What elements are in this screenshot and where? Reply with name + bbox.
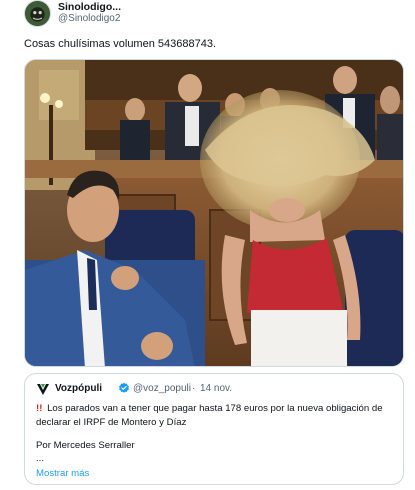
author-name[interactable]: Sinolodigo...: [58, 1, 121, 13]
avatar[interactable]: [24, 0, 51, 27]
quoted-tweet-card[interactable]: Vozpópuli @voz_populi · 14 nov. !! Los p…: [24, 373, 404, 485]
quoted-ellipsis: ...: [36, 453, 44, 464]
quoted-byline: Por Mercedes Serraller: [36, 440, 135, 451]
verified-badge-icon: [119, 382, 129, 393]
quoted-tweet-text: !! Los parados van a tener que pagar has…: [36, 402, 398, 429]
quoted-date[interactable]: 14 nov.: [200, 383, 232, 394]
author-handle[interactable]: @Sinolodigo2: [58, 13, 120, 24]
vozpopuli-logo[interactable]: [36, 382, 50, 396]
tweet-photo[interactable]: [24, 59, 404, 367]
quoted-author-name[interactable]: Vozpópuli: [55, 383, 102, 394]
tweet[interactable]: Sinolodigo... @Sinolodigo2 Cosas chulísi…: [0, 0, 415, 490]
separator-dot: ·: [192, 383, 196, 394]
double-exclamation-icon: !!: [36, 403, 43, 414]
quoted-author-handle[interactable]: @voz_populi: [133, 383, 191, 394]
show-more-link[interactable]: Mostrar más: [36, 468, 89, 479]
quoted-body-text: Los parados van a tener que pagar hasta …: [36, 403, 383, 428]
tweet-text: Cosas chulísimas volumen 543688743.: [24, 38, 217, 50]
